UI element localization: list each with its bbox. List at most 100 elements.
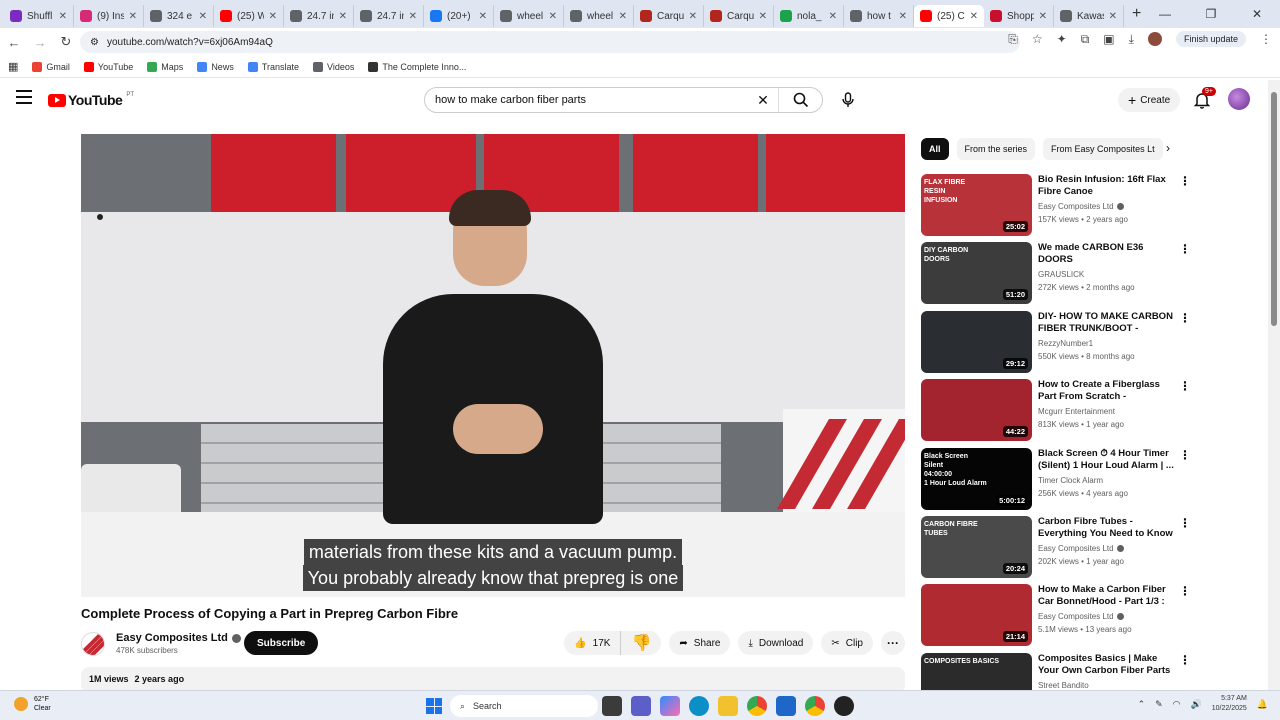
apps-grid-icon[interactable]: ▦ [8,60,18,73]
recommended-title[interactable]: Carbon Fibre Tubes - Everything You Need… [1038,516,1174,540]
download-button[interactable]: ⤓ Download [738,631,814,655]
recommended-channel[interactable]: Easy Composites Ltd [1038,544,1124,553]
address-bar[interactable]: ⚙ youtube.com/watch?v=6xj06Am94aQ [80,31,1020,53]
bookmark-item[interactable]: News [197,61,234,72]
video-thumbnail[interactable]: 44:22 [921,379,1032,442]
site-info-icon[interactable]: ⚙ [90,37,99,48]
voice-search-button[interactable] [836,87,860,113]
more-options-icon[interactable]: ⋮ [1179,585,1191,597]
install-icon[interactable]: ⎘ [1008,32,1018,47]
video-thumbnail[interactable]: FLAX FIBRE RESIN INFUSION 25:02 [921,174,1032,236]
restore-icon[interactable]: ❐ [1188,7,1234,21]
recommended-title[interactable]: Bio Resin Infusion: 16ft Flax Fibre Cano… [1038,174,1174,198]
video-player[interactable]: materials from these kits and a vacuum p… [81,134,905,597]
tab-close-icon[interactable]: ✕ [829,11,837,22]
file-explorer-icon[interactable] [718,696,738,716]
clip-button[interactable]: ✂ Clip [821,631,873,655]
page-scrollbar[interactable] [1268,80,1280,690]
tab-close-icon[interactable]: ✕ [409,11,417,22]
tab-close-icon[interactable]: ✕ [339,11,347,22]
tab-close-icon[interactable]: ✕ [899,11,907,22]
start-menu-icon[interactable] [426,698,442,714]
channel-name[interactable]: Easy Composites Ltd [116,632,241,644]
back-icon[interactable]: ← [2,35,26,50]
taskbar-search[interactable]: ⌕ Search [450,695,598,717]
bookmark-item[interactable]: Gmail [32,61,70,72]
more-options-icon[interactable]: ⋮ [1179,517,1191,529]
puzzle-icon[interactable]: ⧉ [1081,32,1090,47]
channel-logo[interactable] [81,632,105,656]
recommended-title[interactable]: DIY- HOW TO MAKE CARBON FIBER TRUNK/BOOT… [1038,311,1174,335]
app-icon[interactable] [834,696,854,716]
video-thumbnail[interactable]: 21:14 [921,584,1032,647]
browser-tab[interactable]: Shopp ✕ [984,5,1054,27]
tab-close-icon[interactable]: ✕ [199,11,207,22]
subscribe-button[interactable]: Subscribe [244,631,319,655]
chrome-profile-icon[interactable] [805,696,825,716]
recommended-title[interactable]: How to Create a Fiberglass Part From Scr… [1038,379,1174,403]
extension-icon[interactable]: ✦ [1057,32,1067,46]
create-button[interactable]: + Create [1118,88,1181,112]
close-window-icon[interactable]: ✕ [1234,7,1280,21]
browser-tab[interactable]: 24.7 in ✕ [284,5,354,27]
minimize-icon[interactable]: — [1142,7,1188,21]
bookmark-item[interactable]: The Complete Inno... [368,61,466,72]
recommended-video[interactable]: CARBON FIBRE TUBES 20:24 Carbon Fibre Tub… [921,514,1191,582]
edge-icon[interactable] [689,696,709,716]
browser-tab[interactable]: 324 e ✕ [144,5,214,27]
filter-chip[interactable]: From Easy Composites Lt [1043,138,1163,160]
tab-close-icon[interactable]: ✕ [549,11,557,22]
more-options-icon[interactable]: ⋮ [1179,449,1191,461]
video-thumbnail[interactable]: CARBON FIBRE TUBES 20:24 [921,515,1032,578]
recommended-channel[interactable]: RezzyNumber1 [1038,339,1093,348]
weather-widget[interactable]: 62°F Clear [14,695,51,713]
browser-tab[interactable]: 24.7 in ✕ [354,5,424,27]
tab-close-icon[interactable]: ✕ [619,11,627,22]
bookmark-star-icon[interactable]: ☆ [1032,32,1043,46]
new-tab-icon[interactable]: + [1132,5,1141,23]
recommended-channel[interactable]: Easy Composites Ltd [1038,202,1124,211]
browser-tab[interactable]: how t ✕ [844,5,914,27]
forward-icon[interactable]: → [28,35,52,50]
tab-close-icon[interactable]: ✕ [129,11,137,22]
recommended-video[interactable]: 44:22 How to Create a Fiberglass Part Fr… [921,377,1191,445]
bookmark-item[interactable]: Maps [147,61,183,72]
recommended-channel[interactable]: Easy Composites Ltd [1038,612,1124,621]
more-actions-button[interactable]: ··· [881,631,905,655]
tab-close-icon[interactable]: ✕ [970,11,978,22]
more-options-icon[interactable]: ⋮ [1179,243,1191,255]
recommended-title[interactable]: We made CARBON E36 DOORS [1038,242,1174,266]
recommended-video[interactable]: 29:12 DIY- HOW TO MAKE CARBON FIBER TRUN… [921,309,1191,377]
tab-close-icon[interactable]: ✕ [479,11,487,22]
youtube-logo[interactable]: YouTube PT [48,92,134,108]
tray-chevron-icon[interactable]: ⌃ [1138,699,1146,710]
hamburger-menu-icon[interactable] [16,90,32,106]
browser-tab[interactable]: Carqu ✕ [704,5,774,27]
recommended-channel[interactable]: Street Bandito [1038,681,1089,690]
recommended-title[interactable]: Black Screen ⏱ 4 Hour Timer (Silent) 1 H… [1038,448,1174,472]
browser-tab[interactable]: Carqu ✕ [634,5,704,27]
more-options-icon[interactable]: ⋮ [1179,312,1191,324]
tab-close-icon[interactable]: ✕ [689,11,697,22]
chat-icon[interactable] [631,696,651,716]
pen-icon[interactable]: ✎ [1155,699,1163,710]
browser-tab[interactable]: Shuffl ✕ [4,5,74,27]
recommended-video[interactable]: Black Screen Silent 04:00:00 1 Hour Loud… [921,446,1191,514]
chrome-icon[interactable] [747,696,767,716]
search-box[interactable]: how to make carbon fiber parts ✕ [424,87,823,113]
chevron-right-icon[interactable]: › [1166,141,1170,155]
tab-close-icon[interactable]: ✕ [1109,11,1117,22]
like-button[interactable]: 👍 17K [564,631,622,655]
bookmark-item[interactable]: Translate [247,61,299,72]
reload-icon[interactable]: ↻ [54,34,78,50]
dislike-button[interactable]: 👎 [621,631,661,655]
video-thumbnail[interactable]: DIY CARBON DOORS 51:20 [921,242,1032,305]
browser-tab[interactable]: (9) Ins ✕ [74,5,144,27]
more-options-icon[interactable]: ⋮ [1179,175,1191,187]
clear-search-icon[interactable]: ✕ [748,92,778,109]
notification-center-icon[interactable]: 🔔 [1257,699,1268,710]
more-options-icon[interactable]: ⋮ [1179,380,1191,392]
browser-tab[interactable]: wheel ✕ [494,5,564,27]
bookmark-item[interactable]: YouTube [83,61,133,72]
recommended-title[interactable]: How to Make a Carbon Fiber Car Bonnet/Ho… [1038,584,1174,608]
